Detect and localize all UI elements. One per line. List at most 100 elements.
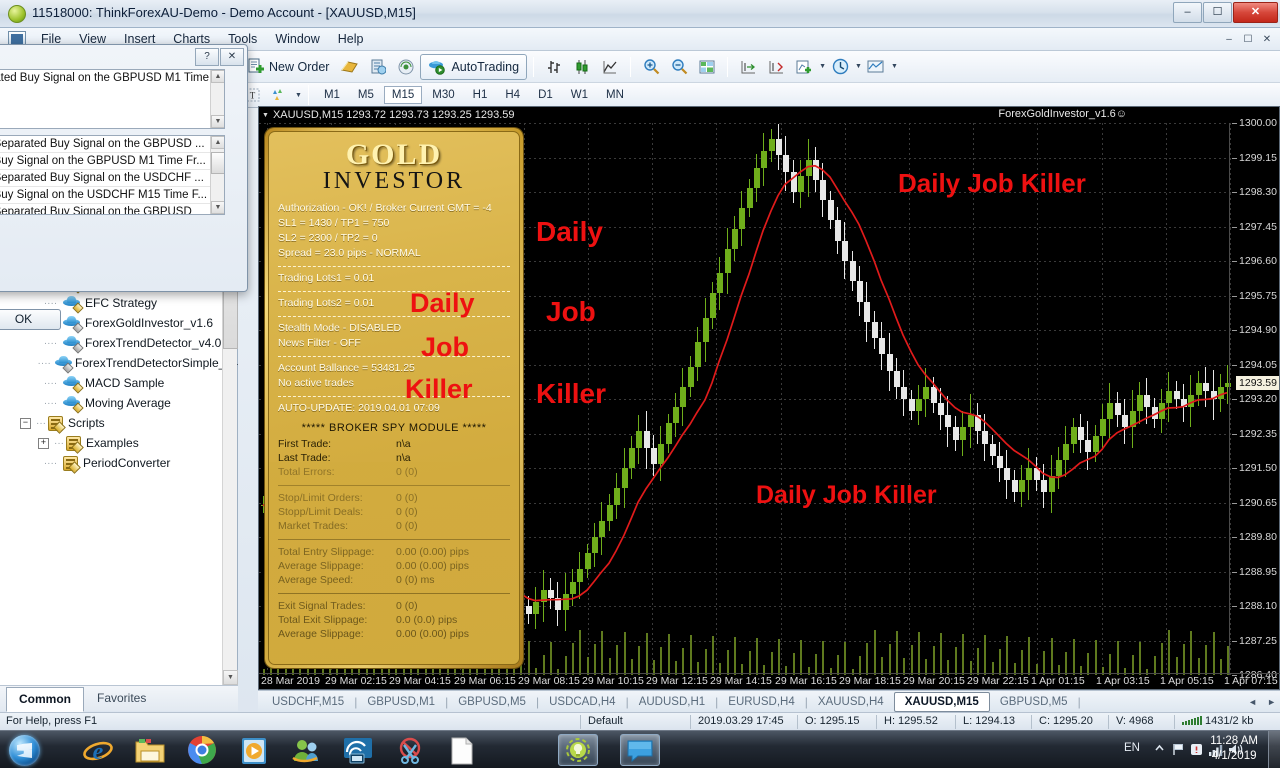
tab-favorites[interactable]: Favorites [84,686,159,711]
dialog-signal-list[interactable]: e Separated Buy Signal on the GBPUSD ...… [0,135,225,215]
mql5-community-icon[interactable] [393,54,419,80]
line-chart-icon[interactable] [597,54,623,80]
period-m30[interactable]: M30 [424,86,462,104]
bar-chart-icon[interactable] [541,54,567,80]
dialog-list-item[interactable]: e Buy Signal on the GBPUSD M1 Time Fr... [0,153,224,170]
taskbar-wifi-display-icon[interactable] [338,734,378,766]
dialog-list-item[interactable]: e Separated Buy Signal on the GBPUSD ... [0,136,224,153]
language-indicator[interactable]: EN [1124,742,1140,754]
taskbar-messenger-icon[interactable] [286,734,326,766]
auto-scroll-icon[interactable] [763,54,789,80]
tray-flag-icon[interactable] [1172,743,1185,759]
tile-windows-icon[interactable] [694,54,720,80]
gold-investor-panel: GOLD INVESTOR Authorization - OK! / Brok… [265,128,523,668]
nav-item-forextrenddetectorsimple-v4[interactable]: ···· ForexTrendDetectorSimple_v4 [0,353,238,374]
minimize-button[interactable]: – [1173,2,1202,23]
nav-item-scripts[interactable]: − ··· Scripts [0,413,238,433]
period-h4[interactable]: H4 [497,86,528,104]
chart-tab-gbpusd-m5[interactable]: GBPUSD,M5 [990,693,1078,711]
period-mn[interactable]: MN [598,86,632,104]
list-scroll-thumb[interactable] [211,152,224,174]
maximize-button[interactable]: ☐ [1203,2,1232,23]
timeframe-dropdown-caret[interactable]: ▼ [855,63,862,70]
add-indicator-icon[interactable] [791,54,817,80]
chart-tab-usdchf-m15[interactable]: USDCHF,M15 [262,693,354,711]
zoom-out-icon[interactable] [666,54,692,80]
nav-item-moving-average[interactable]: ···· Moving Average [0,393,238,414]
child-close-icon[interactable]: ✕ [1258,31,1276,48]
nav-item-forextrenddetector-v4-0[interactable]: ···· ForexTrendDetector_v4.0 [0,333,238,354]
chart-tab-usdcad-h4[interactable]: USDCAD,H4 [539,693,625,711]
autotrading-button[interactable]: AutoTrading [420,53,528,80]
start-button[interactable] [2,732,54,768]
taskbar-document-icon[interactable] [442,734,482,766]
taskbar-media-player-icon[interactable] [234,734,274,766]
chart-tab-gbpusd-m5[interactable]: GBPUSD,M5 [448,693,536,711]
taskbar-snipping-tool-icon[interactable] [390,734,430,766]
chart-tab-xauusd-h4[interactable]: XAUUSD,H4 [808,693,894,711]
taskbar-mt4-terminal-icon[interactable] [558,734,598,766]
msg-scroll-up-icon[interactable]: ▲ [211,70,224,83]
charts-list-icon[interactable] [337,54,363,80]
timeframe-clock-icon[interactable] [827,54,853,80]
list-scroll-down-icon[interactable]: ▼ [211,201,224,214]
dialog-close-button[interactable]: ✕ [220,48,244,66]
chart-tab-audusd-h1[interactable]: AUDUSD,H1 [629,693,715,711]
dialog-list-item[interactable]: e Separated Buy Signal on the GBPUSD [0,204,224,214]
strategy-tester-icon[interactable] [365,54,391,80]
dialog-message-box[interactable]: arated Buy Signal on the GBPUSD M1 Time … [0,69,225,129]
dialog-list-item[interactable]: e Separated Buy Signal on the USDCHF ... [0,170,224,187]
taskbar-file-explorer-icon[interactable] [130,734,170,766]
msg-scroll-down-icon[interactable]: ▼ [211,115,224,128]
nav-item-examples[interactable]: + ··· Examples [0,433,238,453]
taskbar-clock[interactable]: 11:28 AM 4/1/2019 [1210,734,1258,764]
dialog-list-item[interactable]: e Buy Signal on the USDCHF M15 Time F... [0,187,224,204]
shift-chart-icon[interactable] [735,54,761,80]
tree-expander-icon[interactable]: − [20,417,31,429]
time-scale[interactable]: 28 Mar 2019 29 Mar 02:15 29 Mar 04:15 29 Ma… [259,673,1280,689]
crosshair-tools-icon[interactable] [267,82,293,108]
tabs-scroll-left-icon[interactable]: ◄ [1248,697,1257,707]
menu-item-help[interactable]: Help [329,29,373,49]
period-m15[interactable]: M15 [383,86,423,104]
menu-item-window[interactable]: Window [266,29,328,49]
child-minimize-icon[interactable]: – [1220,31,1238,48]
period-m1[interactable]: M1 [316,86,348,104]
taskbar-internet-explorer-icon[interactable]: e [78,734,118,766]
dialog-ok-button[interactable]: OK [0,309,61,330]
tray-expand-icon[interactable] [1154,743,1165,757]
chart-tab-xauusd-m15[interactable]: XAUUSD,M15 [893,691,990,712]
child-restore-icon[interactable]: ☐ [1239,31,1257,48]
period-w1[interactable]: W1 [563,86,596,104]
chart-tab-eurusd-h4[interactable]: EURUSD,H4 [718,693,804,711]
tabs-scroll-right-icon[interactable]: ► [1267,697,1276,707]
candlestick-chart-icon[interactable] [569,54,595,80]
price-scale[interactable]: 1300.00 1299.15 1298.30 1297.45 1296.60 1295.… [1229,117,1279,681]
dialog-message-scrollbar[interactable]: ▲ ▼ [210,70,224,128]
close-button[interactable]: ✕ [1233,2,1278,23]
period-m5[interactable]: M5 [350,86,382,104]
templates-icon[interactable] [863,54,889,80]
list-scroll-up-icon[interactable]: ▲ [211,136,224,149]
taskbar-google-chrome-icon[interactable] [182,734,222,766]
tab-common[interactable]: Common [6,687,84,712]
zoom-in-icon[interactable] [638,54,664,80]
taskbar-chat-app-icon[interactable] [620,734,660,766]
chart-menu-caret[interactable]: ▼ [262,112,269,119]
period-d1[interactable]: D1 [530,86,561,104]
nav-item-macd-sample[interactable]: ···· MACD Sample [0,373,238,394]
scroll-down-icon[interactable]: ▼ [223,670,238,685]
tree-connector: ···· [43,337,58,349]
chart-tab-gbpusd-m1[interactable]: GBPUSD,M1 [357,693,445,711]
period-h1[interactable]: H1 [465,86,496,104]
tools-dropdown-caret[interactable]: ▼ [295,92,302,99]
new-order-button[interactable]: New Order [238,54,336,80]
dialog-list-scrollbar[interactable]: ▲ ▼ [210,136,224,214]
show-desktop-button[interactable] [1268,731,1280,768]
tray-action-center-icon[interactable] [1190,743,1203,759]
nav-item-periodconverter[interactable]: ···· PeriodConverter [0,453,238,473]
dialog-help-button[interactable]: ? [195,48,219,66]
templates-dropdown-caret[interactable]: ▼ [891,63,898,70]
tree-expander-icon[interactable]: + [38,437,49,449]
indicator-dropdown-caret[interactable]: ▼ [819,63,826,70]
